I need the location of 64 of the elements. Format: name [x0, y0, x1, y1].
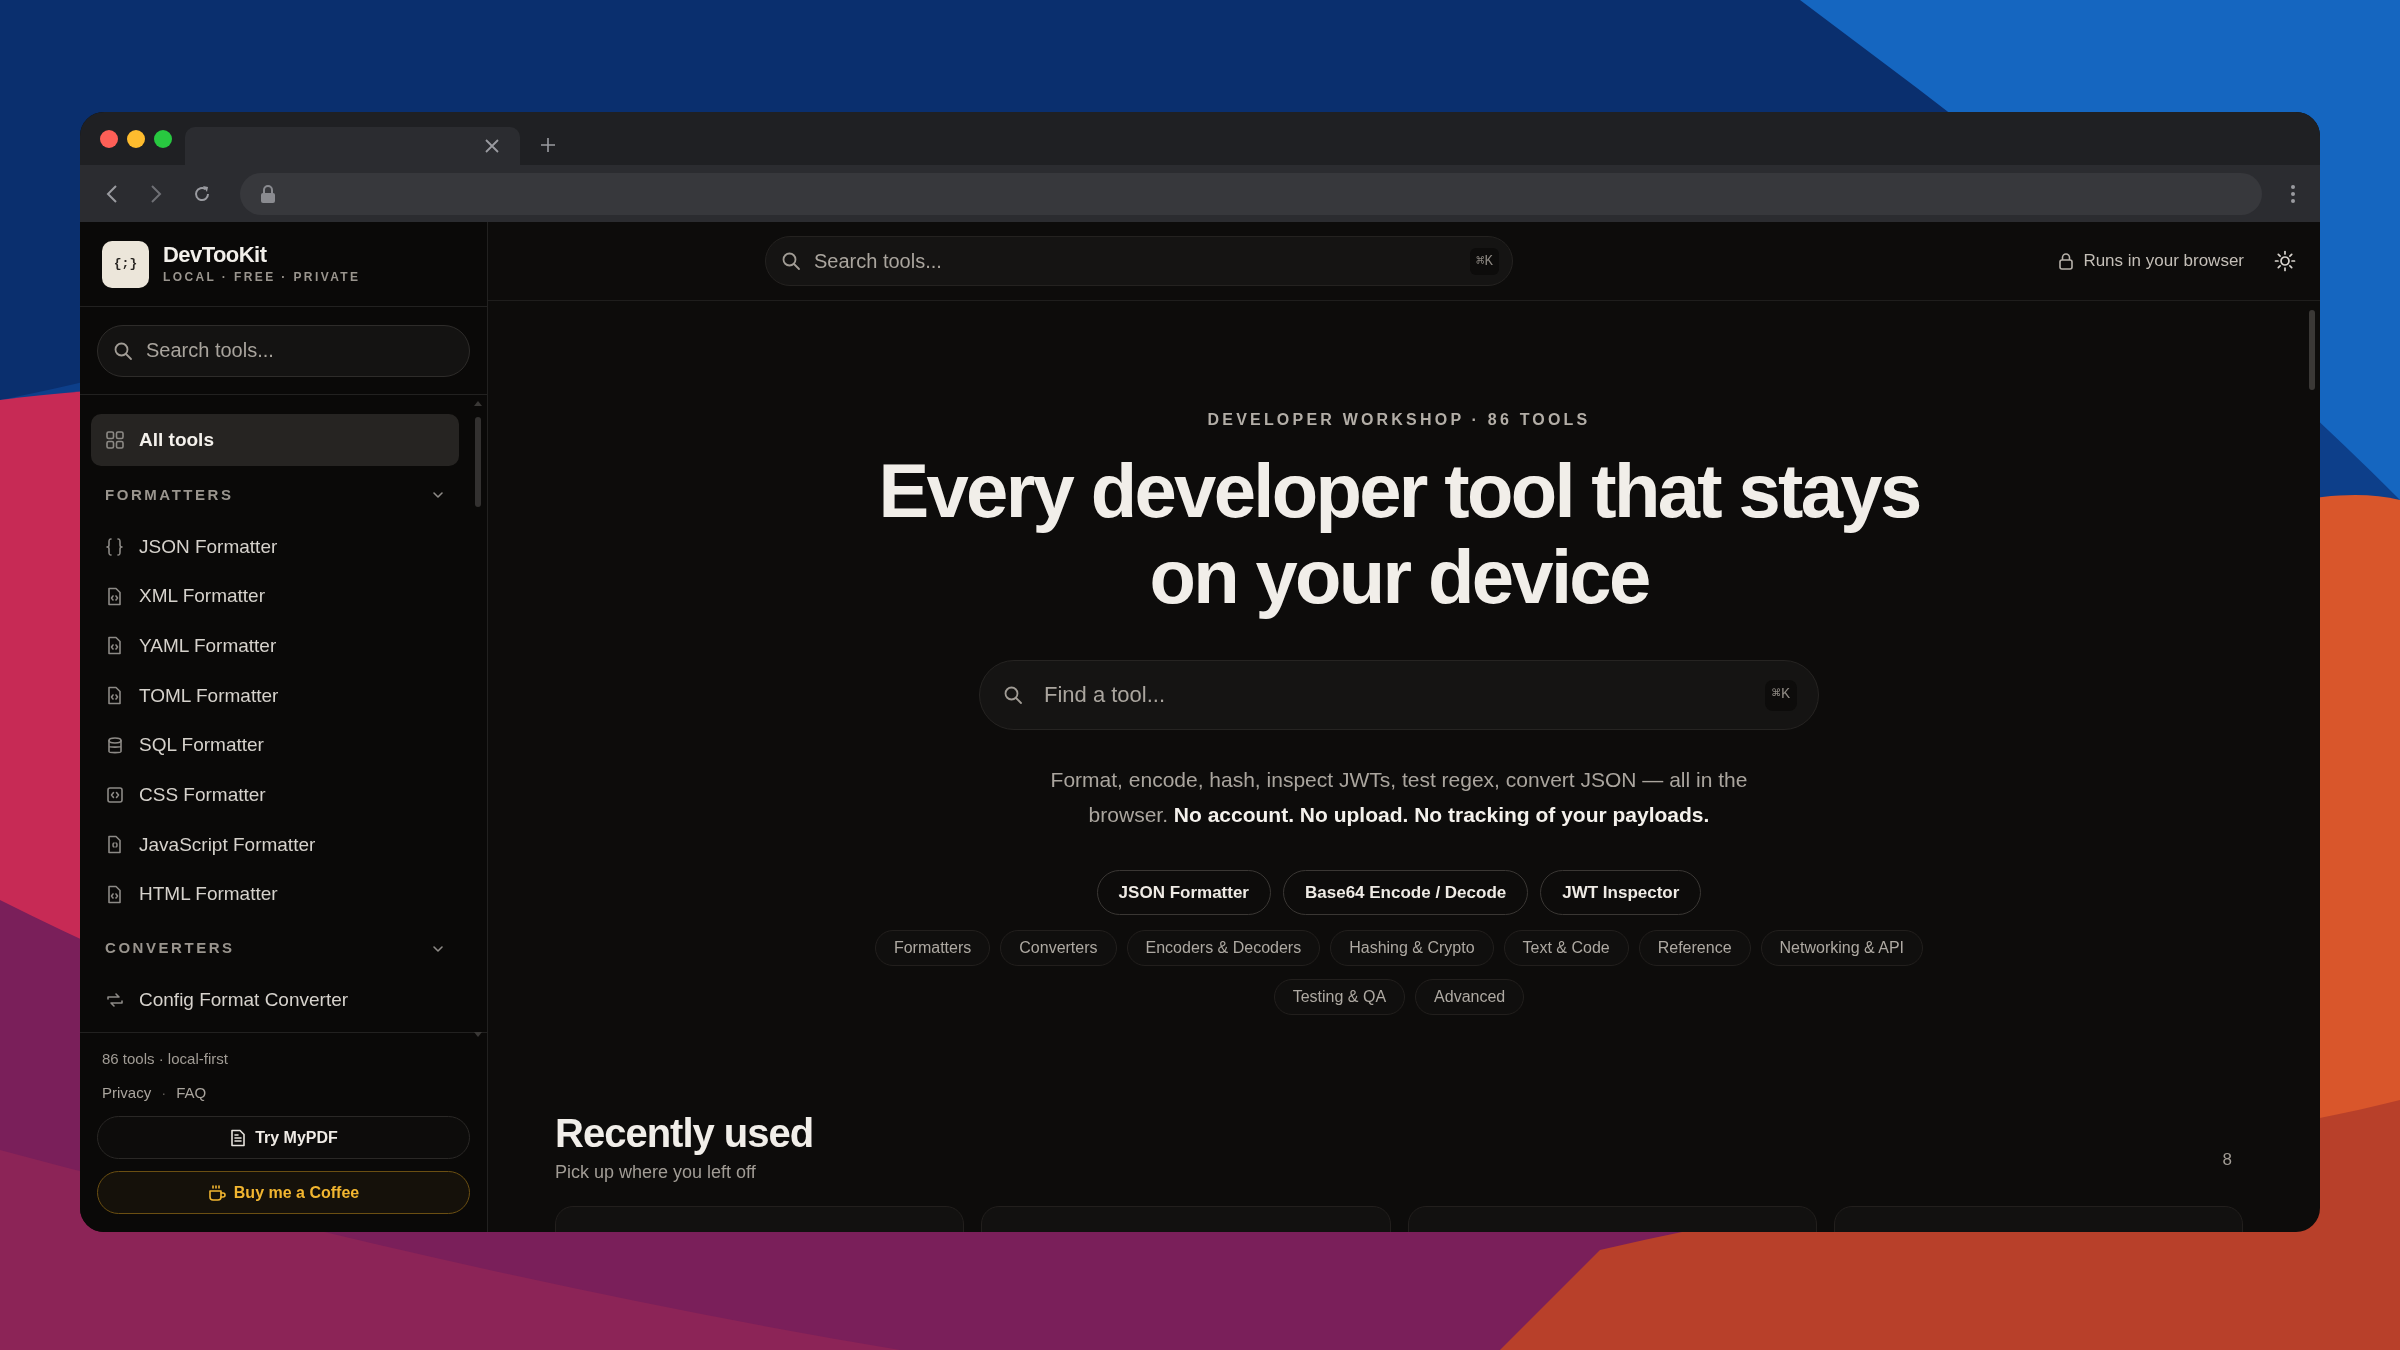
- search-icon: [1003, 685, 1023, 705]
- nav-item[interactable]: JavaScript Formatter: [91, 820, 459, 870]
- nav-item[interactable]: HTML Formatter: [91, 869, 459, 920]
- minimize-window-icon[interactable]: [127, 130, 145, 148]
- item-count: 8: [2222, 1148, 2232, 1171]
- category-chip[interactable]: Encoders & Decoders: [1126, 930, 1321, 966]
- search-field[interactable]: Search tools...: [97, 324, 470, 377]
- footer-link[interactable]: Privacy: [102, 1083, 152, 1103]
- quick-link-button[interactable]: JSON Formatter: [1096, 870, 1271, 915]
- separator-dot: ·: [161, 1083, 167, 1103]
- quick-link-button[interactable]: Base64 Encode / Decode: [1283, 870, 1529, 915]
- nav-item[interactable]: All tools: [91, 414, 459, 466]
- close-window-icon[interactable]: [100, 130, 118, 148]
- reload-icon[interactable]: [192, 183, 212, 204]
- close-icon[interactable]: [484, 138, 500, 154]
- app-name: DevTooKit: [163, 242, 268, 268]
- code-square-icon: [105, 785, 125, 806]
- category-chip[interactable]: Networking & API: [1760, 930, 1924, 966]
- nav-item[interactable]: SQL Formatter: [91, 720, 459, 771]
- eyebrow-text: DEVELOPER WORKSHOP · 86 TOOLS: [1207, 410, 1591, 430]
- hero-description: Format, encode, hash, inspect JWTs, test regex, convert JSON — all in the browser. No account. No upload. No tracking of your payloads.: [1049, 767, 1749, 828]
- search-icon: [113, 340, 133, 361]
- app-tagline: LOCAL · FREE · PRIVATE: [163, 269, 361, 286]
- nav-item[interactable]: YAML Formatter: [91, 621, 459, 672]
- category-chip[interactable]: Hashing & Crypto: [1330, 930, 1494, 966]
- app-logo: {;}: [102, 240, 149, 288]
- forward-icon[interactable]: [148, 183, 164, 204]
- category-chip[interactable]: Advanced: [1415, 979, 1525, 1015]
- status-text: Runs in your browser: [2083, 250, 2244, 273]
- section-header[interactable]: CONVERTERS: [91, 919, 459, 976]
- maximize-window-icon[interactable]: [154, 130, 172, 148]
- hero-headline: Every developer tool that stays on your device: [878, 448, 1920, 620]
- category-chip[interactable]: Converters: [1000, 930, 1117, 966]
- section-title: Recently used: [555, 1110, 814, 1156]
- grid-icon: [105, 430, 125, 450]
- more-options-icon[interactable]: [2290, 183, 2296, 204]
- nav-item[interactable]: XML Formatter: [91, 571, 459, 622]
- search-icon: [781, 251, 801, 271]
- back-icon[interactable]: [104, 183, 120, 204]
- lock-icon: [2057, 252, 2076, 270]
- section-header[interactable]: FORMATTERS: [91, 466, 459, 522]
- braces-icon: [105, 536, 125, 557]
- database-icon: [105, 735, 125, 756]
- nav-item[interactable]: CSS Formatter: [91, 770, 459, 821]
- coffee-button[interactable]: Buy me a Coffee: [97, 1171, 470, 1214]
- category-chip[interactable]: Text & Code: [1503, 930, 1629, 966]
- category-chip[interactable]: Testing & QA: [1273, 979, 1406, 1015]
- cup-icon: [207, 1183, 226, 1202]
- lock-icon: [260, 184, 276, 203]
- new-tab-icon[interactable]: [540, 137, 556, 153]
- nav-item[interactable]: Config Format Converter: [91, 975, 459, 1026]
- mypdf-button[interactable]: Try MyPDF: [97, 1116, 470, 1159]
- category-chip[interactable]: Reference: [1638, 930, 1751, 966]
- document-icon: [229, 1128, 248, 1147]
- nav-item[interactable]: JSON Formatter: [91, 522, 459, 572]
- nav-item[interactable]: TOML Formatter: [91, 671, 459, 721]
- section-subtitle: Pick up where you left off: [555, 1161, 757, 1184]
- category-chip[interactable]: Formatters: [874, 930, 991, 966]
- theme-toggle-icon[interactable]: [2274, 250, 2296, 272]
- quick-link-button[interactable]: JWT Inspector: [1540, 870, 1702, 915]
- tool-count: 86 tools · local-first: [101, 1049, 229, 1069]
- shortcut-key: ⌘K: [1470, 248, 1499, 275]
- footer-link[interactable]: FAQ: [176, 1083, 207, 1103]
- shortcut-key: ⌘K: [1764, 680, 1797, 711]
